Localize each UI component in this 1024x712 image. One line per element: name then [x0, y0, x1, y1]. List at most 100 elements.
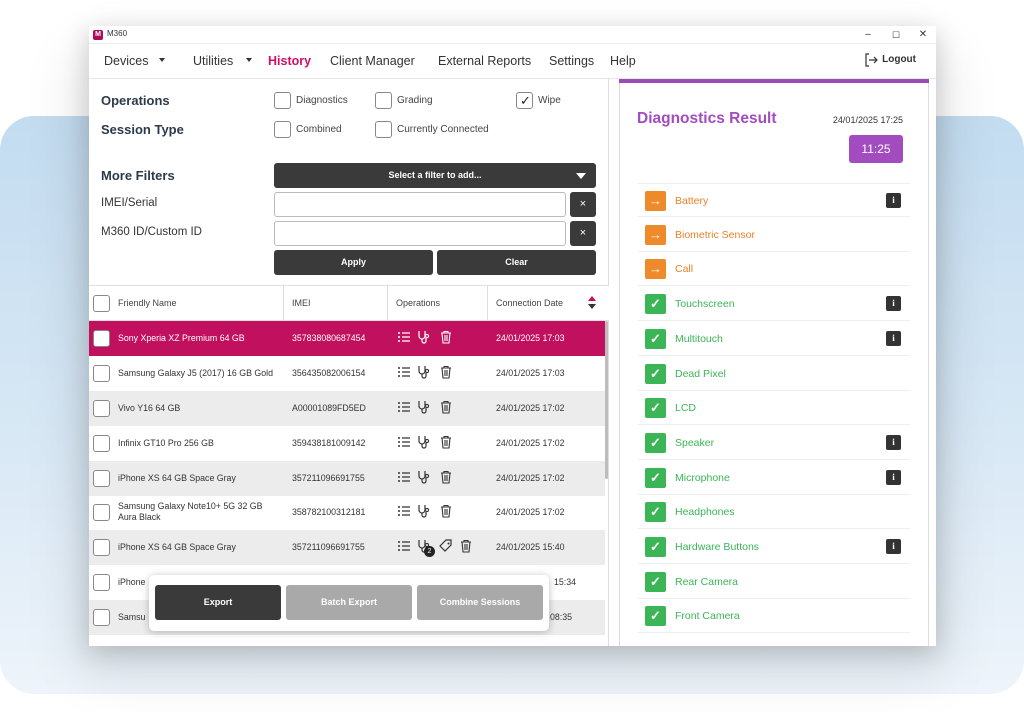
test-item[interactable]: ✓ LCD [638, 391, 910, 426]
info-icon[interactable]: i [886, 296, 901, 312]
menu-devices[interactable]: Devices [104, 54, 148, 68]
sort-asc-icon[interactable] [588, 296, 596, 301]
test-item[interactable]: ✓ Microphone i [638, 460, 910, 495]
combined-checkbox-label: Combined [296, 124, 342, 135]
menu-help[interactable]: Help [610, 54, 636, 68]
clear-m360-id-button[interactable]: × [570, 221, 596, 246]
wipe-checkbox[interactable]: ✓ [516, 92, 533, 109]
row-checkbox[interactable] [93, 330, 110, 347]
table-row[interactable]: Sony Xperia XZ Premium 64 GB 357838080687… [89, 321, 605, 356]
stethoscope-icon[interactable] [417, 504, 431, 518]
menu-client-manager[interactable]: Client Manager [330, 54, 415, 68]
minimize-button[interactable]: – [861, 28, 875, 42]
table-row[interactable]: Samsung Galaxy J5 (2017) 16 GB Gold 35643… [89, 356, 605, 391]
logout-icon[interactable] [864, 53, 878, 67]
test-item[interactable]: → Battery i [638, 183, 910, 217]
imei-input[interactable] [274, 192, 566, 217]
test-item[interactable]: ✓ Headphones [638, 495, 910, 530]
batch-export-button[interactable]: Batch Export [286, 585, 412, 620]
sort-desc-icon[interactable] [588, 304, 596, 309]
menu-external-reports[interactable]: External Reports [438, 54, 531, 68]
tag-icon[interactable] [439, 539, 453, 553]
row-checkbox[interactable] [93, 400, 110, 417]
m360-id-label: M360 ID/Custom ID [101, 226, 202, 238]
grading-checkbox[interactable] [375, 92, 392, 109]
row-imei: 356435082006154 [292, 368, 366, 378]
test-item[interactable]: ✓ Multitouch i [638, 321, 910, 356]
stethoscope-icon[interactable] [417, 470, 431, 484]
test-item[interactable]: ✓ Touchscreen i [638, 287, 910, 322]
details-list-icon[interactable] [397, 365, 411, 379]
col-imei[interactable]: IMEI [292, 298, 311, 308]
trash-icon[interactable] [439, 330, 453, 344]
chevron-down-icon[interactable] [246, 58, 252, 62]
details-list-icon[interactable] [397, 330, 411, 344]
row-checkbox[interactable] [93, 504, 110, 521]
test-item[interactable]: ✓ Dead Pixel [638, 356, 910, 391]
info-icon[interactable]: i [886, 330, 901, 346]
row-checkbox[interactable] [93, 435, 110, 452]
table-scrollbar[interactable] [605, 321, 608, 479]
info-icon[interactable]: i [886, 434, 901, 450]
trash-icon[interactable] [439, 365, 453, 379]
trash-icon[interactable] [439, 435, 453, 449]
stethoscope-icon[interactable] [417, 330, 431, 344]
menu-utilities[interactable]: Utilities [193, 54, 233, 68]
row-checkbox[interactable] [93, 539, 110, 556]
stethoscope-icon[interactable] [417, 435, 431, 449]
info-icon[interactable]: i [886, 539, 901, 554]
col-operations[interactable]: Operations [396, 298, 440, 308]
col-connection-date[interactable]: Connection Date [496, 298, 563, 308]
logout-button[interactable]: Logout [882, 54, 916, 65]
info-icon[interactable]: i [886, 193, 901, 208]
table-row[interactable]: Vivo Y16 64 GB A00001089FD5ED 24/01/2025 1… [89, 391, 605, 426]
test-item[interactable]: → Biometric Sensor [638, 217, 910, 252]
close-button[interactable]: ✕ [916, 28, 930, 42]
row-checkbox[interactable] [93, 365, 110, 382]
table-row[interactable]: iPhone XS 64 GB Space Gray 35721109669175… [89, 461, 605, 496]
export-button[interactable]: Export [155, 585, 281, 620]
table-row[interactable]: Samsung Galaxy Note10+ 5G 32 GB Aura Bla… [89, 495, 605, 530]
clear-imei-button[interactable]: × [570, 192, 596, 217]
row-connection-date: 24/01/2025 17:03 [496, 368, 565, 378]
diagnostics-checkbox[interactable] [274, 92, 291, 109]
currently-connected-checkbox-label: Currently Connected [397, 124, 489, 135]
test-item[interactable]: ✓ Hardware Buttons i [638, 530, 910, 564]
combined-checkbox[interactable] [274, 121, 291, 138]
col-friendly-name[interactable]: Friendly Name [118, 298, 177, 308]
select-all-checkbox[interactable] [93, 295, 110, 312]
details-list-icon[interactable] [397, 400, 411, 414]
menu-history[interactable]: History [268, 54, 311, 68]
test-item[interactable]: ✓ Speaker i [638, 425, 910, 460]
maximize-button[interactable]: ☐ [889, 28, 903, 42]
test-item[interactable]: → Call [638, 252, 910, 287]
currently-connected-checkbox[interactable] [375, 121, 392, 138]
clear-button[interactable]: Clear [437, 250, 596, 275]
session-count-badge: 2 [424, 546, 435, 557]
trash-icon[interactable] [439, 470, 453, 484]
trash-icon[interactable] [439, 504, 453, 518]
apply-button[interactable]: Apply [274, 250, 433, 275]
filter-select[interactable]: Select a filter to add... [274, 163, 596, 188]
test-item[interactable]: ✓ Front Camera [638, 599, 910, 634]
table-row[interactable]: iPhone XS 64 GB Space Gray 35721109669175… [89, 530, 605, 565]
m360-id-input[interactable] [274, 221, 566, 246]
menu-settings[interactable]: Settings [549, 54, 594, 68]
row-checkbox[interactable] [93, 470, 110, 487]
stethoscope-icon[interactable] [417, 365, 431, 379]
info-icon[interactable]: i [886, 469, 901, 485]
stethoscope-icon[interactable] [417, 400, 431, 414]
details-list-icon[interactable] [397, 470, 411, 484]
details-list-icon[interactable] [397, 539, 411, 553]
combine-sessions-button[interactable]: Combine Sessions [417, 585, 543, 620]
trash-icon[interactable] [459, 539, 473, 553]
chevron-down-icon[interactable] [159, 58, 165, 62]
details-list-icon[interactable] [397, 504, 411, 518]
row-checkbox[interactable] [93, 609, 110, 626]
row-operations [397, 470, 477, 486]
row-checkbox[interactable] [93, 574, 110, 591]
details-list-icon[interactable] [397, 435, 411, 449]
test-item[interactable]: ✓ Rear Camera [638, 564, 910, 599]
trash-icon[interactable] [439, 400, 453, 414]
table-row[interactable]: Infinix GT10 Pro 256 GB 359438181009142 24… [89, 426, 605, 461]
